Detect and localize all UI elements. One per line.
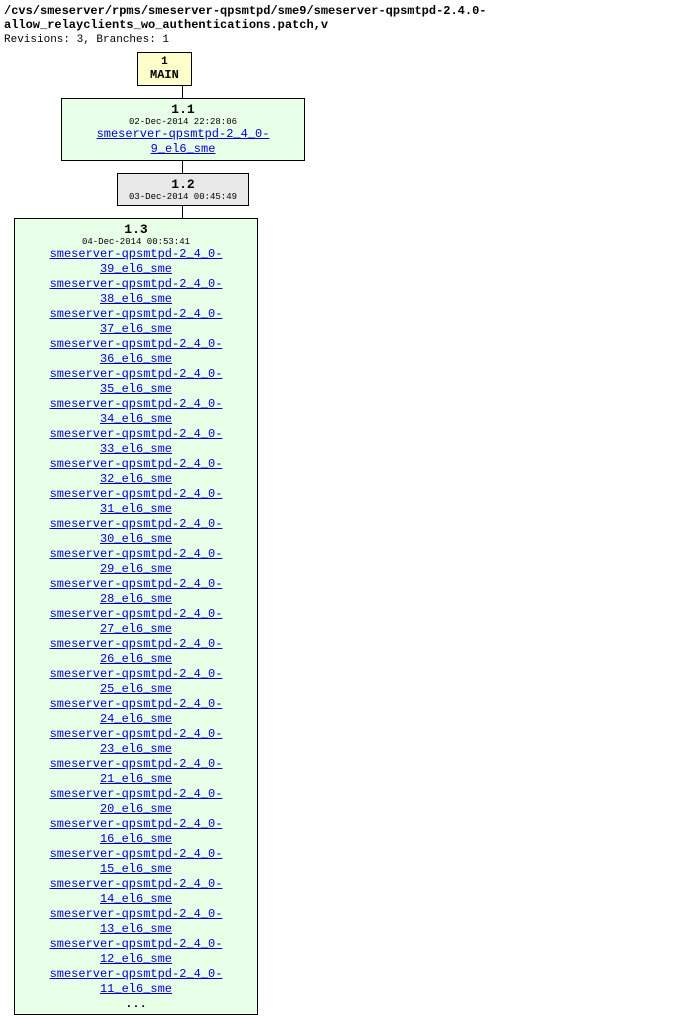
tag-link[interactable]: smeserver-qpsmtpd-2_4_0-36_el6_sme (23, 337, 249, 367)
tag-link[interactable]: smeserver-qpsmtpd-2_4_0-9_el6_sme (70, 127, 296, 157)
revision-box[interactable]: 1.102-Dec-2014 22:28:06smeserver-qpsmtpd… (61, 98, 305, 161)
tag-link[interactable]: smeserver-qpsmtpd-2_4_0-24_el6_sme (23, 697, 249, 727)
graph-connector (182, 161, 183, 173)
revision-date: 03-Dec-2014 00:45:49 (126, 192, 240, 202)
branch-number: 1 (150, 56, 179, 68)
tags-ellipsis: ... (23, 997, 249, 1011)
tag-link[interactable]: smeserver-qpsmtpd-2_4_0-29_el6_sme (23, 547, 249, 577)
tag-link[interactable]: smeserver-qpsmtpd-2_4_0-11_el6_sme (23, 967, 249, 997)
tag-link[interactable]: smeserver-qpsmtpd-2_4_0-13_el6_sme (23, 907, 249, 937)
tag-link[interactable]: smeserver-qpsmtpd-2_4_0-34_el6_sme (23, 397, 249, 427)
tag-link[interactable]: smeserver-qpsmtpd-2_4_0-30_el6_sme (23, 517, 249, 547)
tag-link[interactable]: smeserver-qpsmtpd-2_4_0-39_el6_sme (23, 247, 249, 277)
revision-number: 1.1 (70, 102, 296, 117)
tag-link[interactable]: smeserver-qpsmtpd-2_4_0-38_el6_sme (23, 277, 249, 307)
branch-root[interactable]: 1 MAIN (137, 52, 192, 86)
tag-link[interactable]: smeserver-qpsmtpd-2_4_0-12_el6_sme (23, 937, 249, 967)
tag-link[interactable]: smeserver-qpsmtpd-2_4_0-35_el6_sme (23, 367, 249, 397)
graph-connector (182, 206, 183, 218)
revision-number: 1.3 (23, 222, 249, 237)
tag-link[interactable]: smeserver-qpsmtpd-2_4_0-26_el6_sme (23, 637, 249, 667)
tag-link[interactable]: smeserver-qpsmtpd-2_4_0-15_el6_sme (23, 847, 249, 877)
tag-link[interactable]: smeserver-qpsmtpd-2_4_0-21_el6_sme (23, 757, 249, 787)
tag-link[interactable]: smeserver-qpsmtpd-2_4_0-28_el6_sme (23, 577, 249, 607)
tag-link[interactable]: smeserver-qpsmtpd-2_4_0-23_el6_sme (23, 727, 249, 757)
branch-name: MAIN (150, 68, 179, 82)
revision-number: 1.2 (126, 177, 240, 192)
tag-link[interactable]: smeserver-qpsmtpd-2_4_0-27_el6_sme (23, 607, 249, 637)
tag-link[interactable]: smeserver-qpsmtpd-2_4_0-33_el6_sme (23, 427, 249, 457)
tag-link[interactable]: smeserver-qpsmtpd-2_4_0-20_el6_sme (23, 787, 249, 817)
revision-box[interactable]: 1.304-Dec-2014 00:53:41smeserver-qpsmtpd… (14, 218, 258, 1015)
tag-link[interactable]: smeserver-qpsmtpd-2_4_0-31_el6_sme (23, 487, 249, 517)
revision-box[interactable]: 1.203-Dec-2014 00:45:49 (117, 173, 249, 206)
tag-link[interactable]: smeserver-qpsmtpd-2_4_0-32_el6_sme (23, 457, 249, 487)
revision-date: 04-Dec-2014 00:53:41 (23, 237, 249, 247)
revision-date: 02-Dec-2014 22:28:06 (70, 117, 296, 127)
tag-link[interactable]: smeserver-qpsmtpd-2_4_0-14_el6_sme (23, 877, 249, 907)
graph-connector (182, 86, 183, 98)
tag-link[interactable]: smeserver-qpsmtpd-2_4_0-16_el6_sme (23, 817, 249, 847)
revisions-summary: Revisions: 3, Branches: 1 (4, 34, 688, 46)
tag-link[interactable]: smeserver-qpsmtpd-2_4_0-37_el6_sme (23, 307, 249, 337)
tag-link[interactable]: smeserver-qpsmtpd-2_4_0-25_el6_sme (23, 667, 249, 697)
revision-graph: 1 MAIN 1.102-Dec-2014 22:28:06smeserver-… (14, 52, 688, 1015)
file-path: /cvs/smeserver/rpms/smeserver-qpsmtpd/sm… (4, 4, 688, 32)
